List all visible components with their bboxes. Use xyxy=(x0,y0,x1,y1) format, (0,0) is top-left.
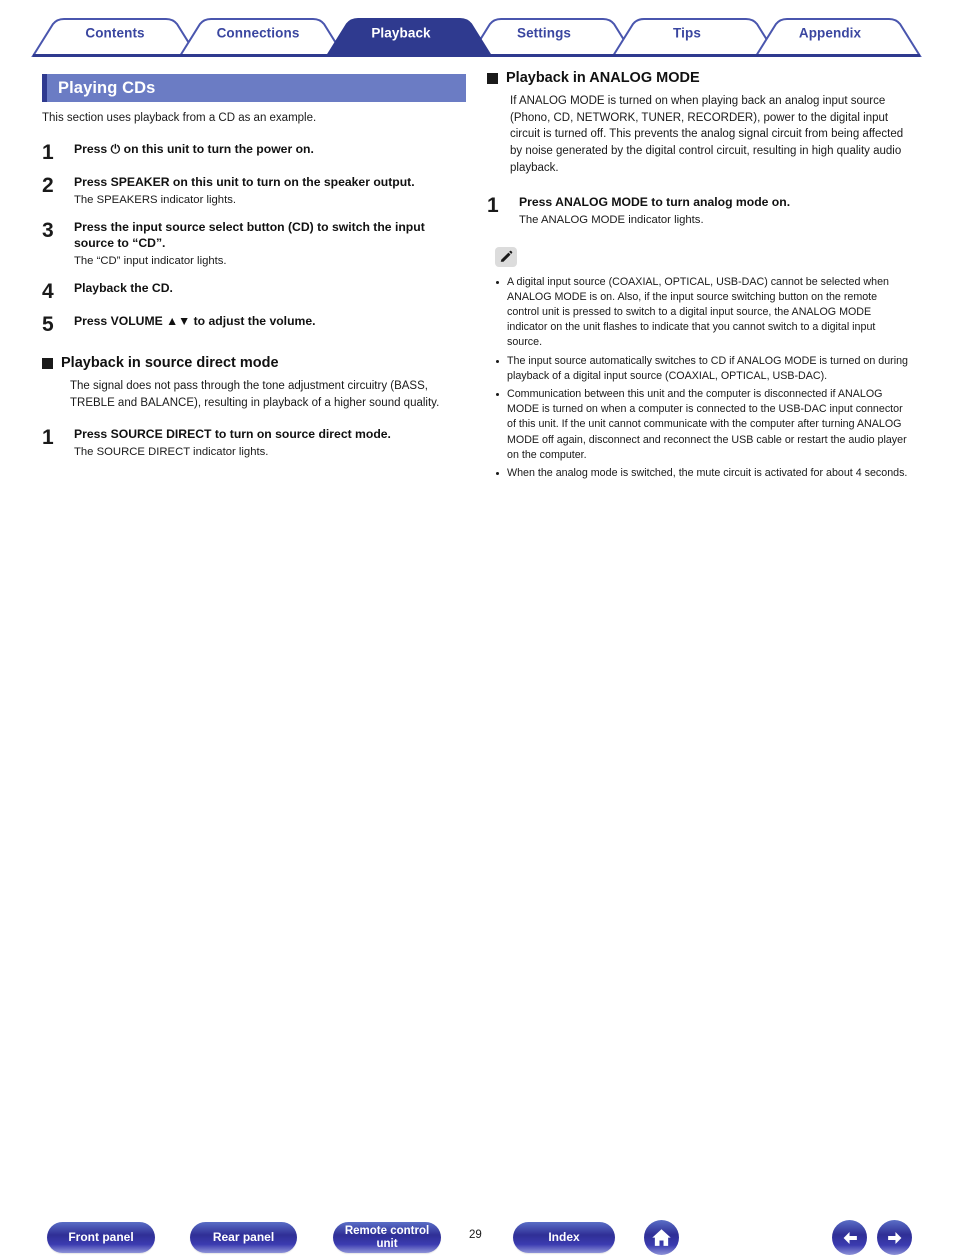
tab-baseline xyxy=(33,54,920,57)
step-number: 5 xyxy=(42,313,54,337)
note-bullet-item: When the analog mode is switched, the mu… xyxy=(495,466,911,481)
left-column: Playing CDs This section uses playback f… xyxy=(42,74,466,471)
tab-label-contents[interactable]: Contents xyxy=(85,26,144,41)
step-item: 1 Press ANALOG MODE to turn analog mode … xyxy=(487,194,911,228)
step-number: 1 xyxy=(487,194,499,218)
step-number: 2 xyxy=(42,173,54,197)
previous-page-button[interactable] xyxy=(832,1220,867,1255)
page-content: Playing CDs This section uses playback f… xyxy=(0,60,954,605)
step-number: 1 xyxy=(42,425,54,449)
home-icon xyxy=(652,1229,671,1246)
section-heading-source-direct: Playback in source direct mode xyxy=(42,355,466,371)
section-paragraph: If ANALOG MODE is turned on when playing… xyxy=(510,95,904,174)
next-page-button[interactable] xyxy=(877,1220,912,1255)
note-pencil-badge xyxy=(495,246,517,267)
step-item: 1 Press ⏻ on this unit to turn the power… xyxy=(42,141,466,163)
step-item: 3 Press the input source select button (… xyxy=(42,219,466,269)
tab-label-connections[interactable]: Connections xyxy=(217,26,300,41)
step-heading: Press SPEAKER on this unit to turn on th… xyxy=(74,174,415,189)
remote-control-unit-button[interactable]: Remote control unit xyxy=(333,1222,441,1253)
step-subtext: The ANALOG MODE indicator lights. xyxy=(519,214,704,227)
step-body: Press VOLUME ▲▼ to adjust the volume. xyxy=(74,313,466,335)
step-heading: Press ⏻ on this unit to turn the power o… xyxy=(74,141,314,156)
arrow-right-icon xyxy=(887,1231,901,1244)
step-item: 2 Press SPEAKER on this unit to turn on … xyxy=(42,174,466,208)
page-title: Playing CDs xyxy=(58,78,156,97)
tab-label-tips[interactable]: Tips xyxy=(673,26,701,41)
home-button[interactable] xyxy=(644,1220,679,1255)
step-subtext: The “CD” input indicator lights. xyxy=(74,255,227,268)
tab-bar: Contents Connections Playback Settings T… xyxy=(0,0,954,60)
note-bullet-item: The input source automatically switches … xyxy=(495,354,911,384)
section-paragraph: The signal does not pass through the ton… xyxy=(70,380,440,409)
note-bullet-item: Communication between this unit and the … xyxy=(495,387,911,463)
step-item: 4 Playback the CD. xyxy=(42,280,466,302)
page-number: 29 xyxy=(469,1229,482,1241)
square-bullet-icon xyxy=(487,72,498,84)
step-body: Press ANALOG MODE to turn analog mode on… xyxy=(519,194,911,228)
note-bullet-list: A digital input source (COAXIAL, OPTICAL… xyxy=(487,275,911,481)
step-body: Playback the CD. xyxy=(74,280,466,302)
step-body: Press SOURCE DIRECT to turn on source di… xyxy=(74,426,466,460)
step-number: 3 xyxy=(42,218,54,242)
step-subtext: The SOURCE DIRECT indicator lights. xyxy=(74,445,269,458)
intro-text: This section uses playback from a CD as … xyxy=(42,112,317,124)
page-title-band: Playing CDs xyxy=(42,74,466,102)
step-body: Press SPEAKER on this unit to turn on th… xyxy=(74,174,466,208)
footer-nav: Front panel Rear panel Remote control un… xyxy=(0,605,954,1255)
right-column: Playback in ANALOG MODE If ANALOG MODE i… xyxy=(487,70,911,484)
step-body: Press ⏻ on this unit to turn the power o… xyxy=(74,141,466,163)
step-heading: Press the input source select button (CD… xyxy=(74,219,425,250)
square-bullet-icon xyxy=(42,357,53,369)
rear-panel-button[interactable]: Rear panel xyxy=(190,1222,297,1253)
tab-label-appendix[interactable]: Appendix xyxy=(799,26,861,41)
tab-label-settings[interactable]: Settings xyxy=(517,26,571,41)
step-body: Press the input source select button (CD… xyxy=(74,219,466,269)
step-heading: Press ANALOG MODE to turn analog mode on… xyxy=(519,195,791,210)
step-heading: Press VOLUME ▲▼ to adjust the volume. xyxy=(74,314,316,329)
step-item: 1 Press SOURCE DIRECT to turn on source … xyxy=(42,426,466,460)
index-button[interactable]: Index xyxy=(513,1222,615,1253)
step-heading: Playback the CD. xyxy=(74,281,173,296)
section-heading-label: Playback in ANALOG MODE xyxy=(506,70,700,86)
note-bullet-item: A digital input source (COAXIAL, OPTICAL… xyxy=(495,275,911,351)
pencil-icon xyxy=(500,250,513,262)
tab-label-playback[interactable]: Playback xyxy=(371,26,430,41)
front-panel-button[interactable]: Front panel xyxy=(47,1222,155,1253)
section-heading-label: Playback in source direct mode xyxy=(61,355,279,372)
step-number: 4 xyxy=(42,280,54,304)
section-heading-analog-mode: Playback in ANALOG MODE xyxy=(487,70,911,86)
arrow-left-icon xyxy=(843,1231,857,1244)
title-band-body: Playing CDs xyxy=(47,74,466,102)
step-heading: Press SOURCE DIRECT to turn on source di… xyxy=(74,426,391,441)
step-subtext: The SPEAKERS indicator lights. xyxy=(74,193,236,206)
step-number: 1 xyxy=(42,140,54,164)
step-item: 5 Press VOLUME ▲▼ to adjust the volume. xyxy=(42,313,466,335)
